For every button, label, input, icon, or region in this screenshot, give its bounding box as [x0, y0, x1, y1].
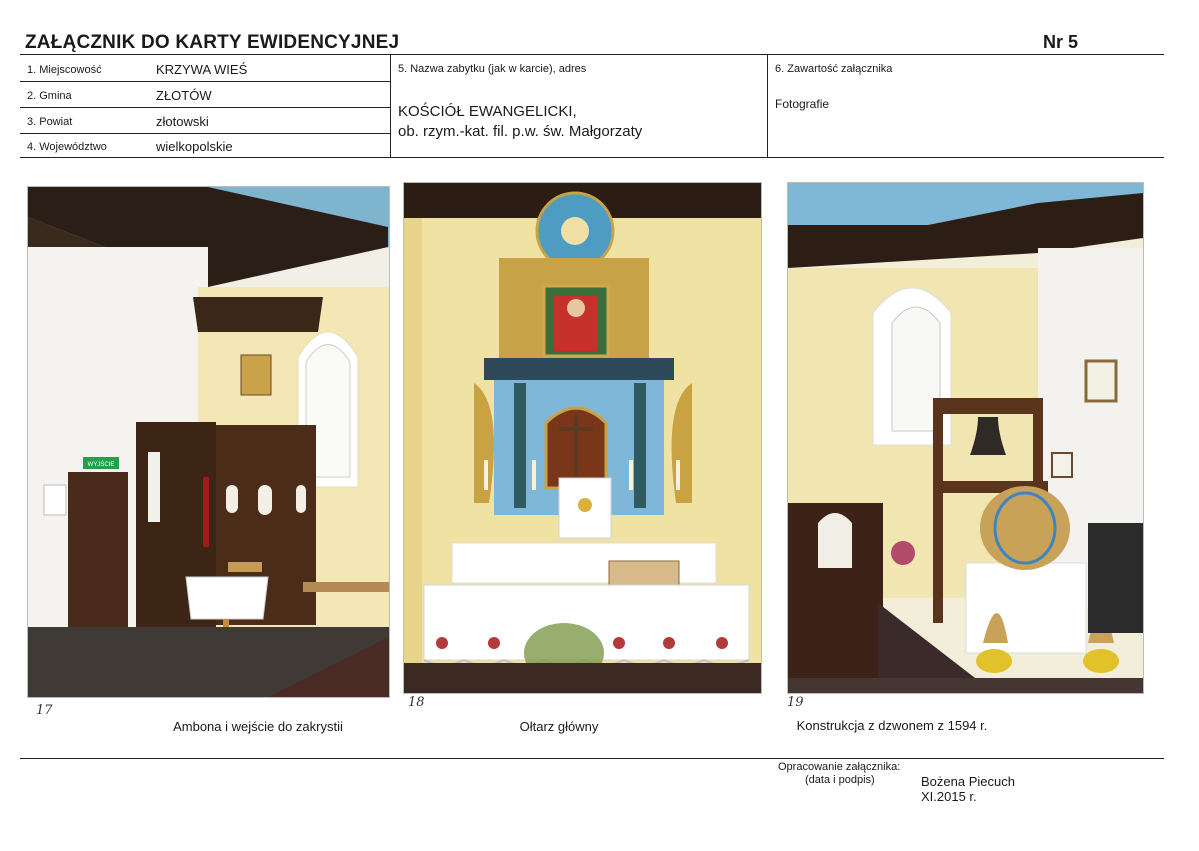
photo-caption-pulpit: Ambona i wejście do zakrystii: [173, 719, 343, 734]
field-contents-value: Fotografie: [775, 97, 830, 111]
photo-number-17: 17: [36, 703, 53, 718]
field-monument-name-line1: KOŚCIÓŁ EWANGELICKI,: [398, 103, 577, 120]
row-divider-3: [20, 133, 390, 134]
document-number: Nr 5: [1043, 32, 1079, 52]
form-bottom-rule: [20, 157, 1164, 158]
photo-number-18: 18: [408, 695, 425, 710]
exit-sign-text: WYJŚCIE: [88, 460, 115, 468]
row-divider-1: [20, 81, 390, 82]
photo-number-19: 19: [787, 695, 804, 710]
photo-bell-construction: [787, 182, 1144, 694]
field-voivodeship-value: wielkopolskie: [156, 139, 233, 154]
field-voivodeship-label: 4. Województwo: [27, 141, 107, 153]
field-contents-label: 6. Zawartość załącznika: [775, 63, 893, 75]
photo-caption-bell: Konstrukcja z dzwonem z 1594 r.: [796, 718, 988, 733]
field-commune-value: ZŁOTÓW: [156, 88, 212, 103]
field-locality-value: KRZYWA WIEŚ: [156, 62, 248, 77]
footer-author: Bożena Piecuch: [921, 774, 1015, 789]
footer-prepared-label: Opracowanie załącznika:: [778, 761, 901, 773]
field-county-value: złotowski: [156, 114, 209, 129]
footer-date-sign-label: (data i podpis): [805, 774, 875, 786]
field-monument-name-line2: ob. rzym.-kat. fil. p.w. św. Małgorzaty: [398, 123, 643, 140]
document-title: ZAŁĄCZNIK DO KARTY EWIDENCYJNEJ: [25, 32, 400, 53]
column-divider-1: [390, 54, 391, 158]
column-divider-2: [767, 54, 768, 158]
footer-date: XI.2015 r.: [921, 789, 977, 804]
footer-rule: [20, 758, 1164, 759]
row-divider-2: [20, 107, 390, 108]
field-commune-label: 2. Gmina: [27, 90, 72, 102]
photo-main-altar: [403, 182, 762, 694]
photo-caption-altar: Ołtarz główny: [519, 719, 599, 734]
field-county-label: 3. Powiat: [27, 116, 73, 128]
field-locality-label: 1. Miejscowość: [27, 64, 102, 76]
photo-pulpit: WYJŚCIE: [27, 186, 390, 698]
form-top-rule: [20, 54, 1164, 55]
field-monument-name-label: 5. Nazwa zabytku (jak w karcie), adres: [398, 63, 587, 75]
